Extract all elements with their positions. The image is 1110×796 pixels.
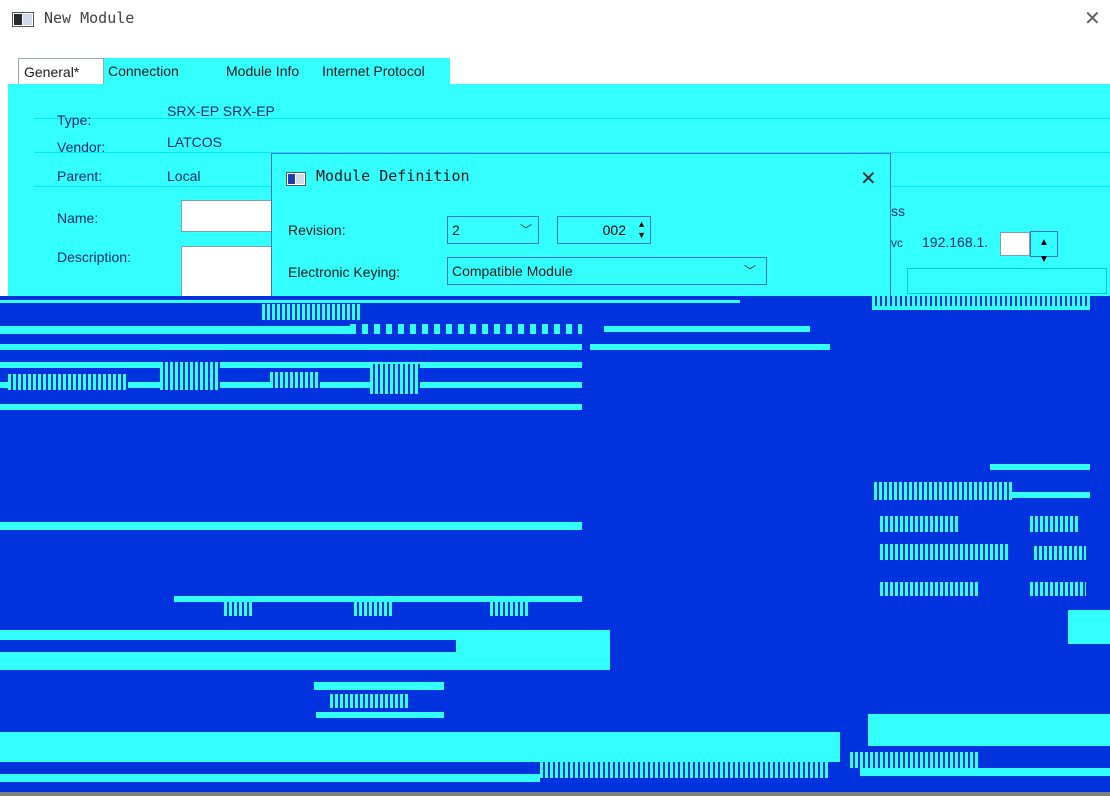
artifact-bar [490, 602, 530, 616]
artifact-bar [330, 694, 410, 708]
artifact-bar [0, 522, 582, 530]
artifact-bar [874, 482, 1014, 500]
dialog-title-bar: Module Definition ✕ [272, 154, 890, 200]
window-icon [12, 12, 34, 27]
spin-updown-icon: ▲ ▼ [637, 219, 646, 240]
ip-spinner[interactable]: ▲ ▼ [1030, 231, 1058, 265]
artifact-bar [316, 712, 444, 718]
type-value: SRX-EP SRX-EP [167, 103, 275, 119]
dialog-icon [286, 172, 306, 186]
ip-value: 192.168.1. [922, 234, 989, 250]
vendor-label: Vendor: [57, 139, 106, 155]
description-label: Description: [57, 249, 131, 265]
tab-module-info[interactable]: Module Info [199, 58, 317, 84]
artifact-bar [0, 362, 582, 368]
vendor-value: LATCOS [167, 134, 222, 150]
artifact-bar [0, 300, 740, 303]
tab-internet-protocol[interactable]: Internet Protocol [317, 58, 450, 84]
title-bar: New Module ✕ [0, 0, 1110, 40]
artifact-bar [880, 582, 978, 596]
artifact-bar [604, 326, 810, 332]
artifact-bar [0, 774, 540, 782]
artifact-bar [990, 464, 1090, 470]
revision-label: Revision: [288, 222, 346, 238]
artifact-bar [370, 364, 420, 394]
artifact-bar [354, 602, 394, 616]
chevron-down-icon: ﹀ [520, 223, 533, 237]
window-title: New Module [44, 9, 135, 27]
tab-connection[interactable]: Connection [103, 58, 199, 84]
artifact-bar [270, 372, 320, 388]
artifact-bar [0, 640, 456, 652]
parent-label: Parent: [57, 168, 103, 184]
address-group-label: ss [891, 203, 905, 219]
address-prefix-label: vc [891, 236, 903, 250]
artifact-bar [350, 324, 582, 334]
description-input[interactable] [181, 246, 273, 298]
keying-value: Compatible Module [452, 263, 573, 279]
ip-last-octet[interactable] [1000, 232, 1030, 256]
chevron-down-icon: ﹀ [744, 264, 757, 278]
parent-value: Local [167, 168, 201, 184]
module-definition-dialog: Module Definition ✕ Revision: 2 ﹀ 002 ▲ ▼… [271, 153, 891, 298]
close-icon[interactable]: ✕ [1084, 9, 1101, 29]
revision-minor-spinner[interactable]: 002 ▲ ▼ [557, 216, 651, 244]
artifact-bar [880, 544, 1010, 560]
bottom-edge [0, 792, 1110, 796]
artifact-bar [872, 306, 1090, 310]
artifact-bar [0, 732, 840, 762]
artifact-bar [224, 602, 252, 616]
artifact-bar [160, 362, 220, 390]
artifact-bar [1034, 546, 1086, 560]
keying-label: Electronic Keying: [288, 264, 401, 280]
artifact-bar [262, 304, 362, 320]
artifact-bar [880, 516, 960, 532]
artifact-bar [8, 374, 128, 390]
artifact-bar [0, 404, 582, 410]
artifact-bar [540, 762, 830, 778]
revision-major-value: 2 [452, 222, 460, 238]
keying-select[interactable]: Compatible Module ﹀ [447, 257, 767, 285]
name-input[interactable] [181, 200, 273, 232]
artifact-bar [1010, 492, 1090, 498]
artifact-bar [868, 714, 1110, 746]
dialog-title: Module Definition [316, 167, 470, 185]
revision-major-select[interactable]: 2 ﹀ [447, 216, 539, 244]
type-label: Type: [57, 112, 92, 128]
tab-module-info-label: Module Info [226, 63, 300, 79]
dialog-close-icon[interactable]: ✕ [860, 166, 877, 191]
artifact-bar [590, 344, 830, 350]
artifact-bar [0, 344, 582, 350]
artifact-bar [1030, 582, 1086, 596]
artifact-bar [314, 682, 444, 690]
name-label: Name: [57, 210, 99, 226]
address-field[interactable] [907, 268, 1107, 294]
revision-minor-value: 002 [602, 222, 626, 238]
artifact-bar [1030, 516, 1080, 532]
artifact-bar [1068, 610, 1110, 644]
render-artifact-region [0, 296, 1110, 796]
artifact-bar [850, 752, 980, 768]
tab-general[interactable]: General* [18, 58, 104, 84]
artifact-bar [860, 768, 1110, 776]
spin-updown-icon: ▲ ▼ [1039, 237, 1049, 265]
